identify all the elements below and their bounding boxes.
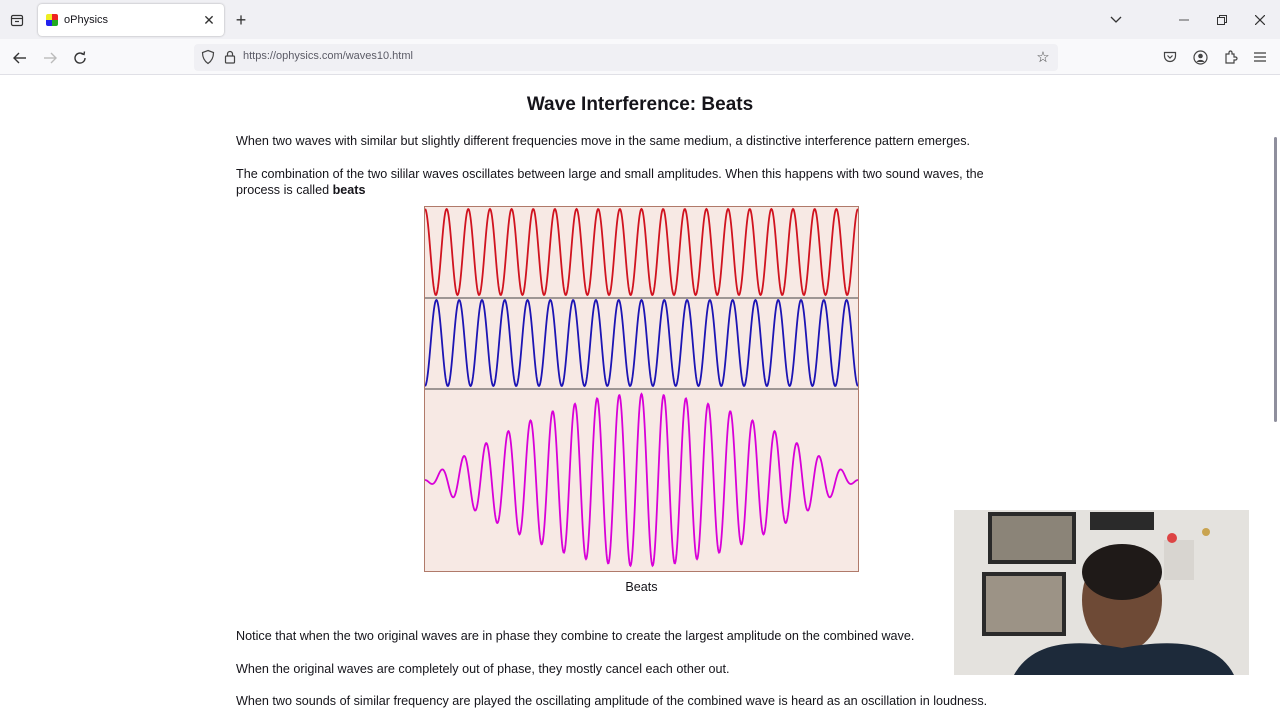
reload-icon[interactable] [68,46,92,70]
beats-wave-plot [424,207,859,568]
restore-icon[interactable] [1211,9,1233,31]
beats-figure [424,206,859,572]
figure-caption: Beats [625,580,658,594]
page-title: Wave Interference: Beats [526,94,754,115]
account-icon[interactable] [1190,47,1210,67]
tab-list-icon[interactable] [6,9,28,31]
pocket-icon[interactable] [1160,47,1180,67]
shield-icon[interactable] [200,49,216,65]
extensions-icon[interactable] [1220,47,1240,67]
loudness-paragraph: When two sounds of similar frequency are… [236,694,988,708]
close-window-icon[interactable] [1249,9,1271,31]
back-icon[interactable] [8,46,32,70]
forward-icon[interactable] [38,46,62,70]
tab-ophysics[interactable]: oPhysics ✕ [38,4,224,36]
webcam-overlay [954,510,1249,675]
combined-wave-line [424,392,859,568]
chevron-down-icon[interactable] [1105,9,1127,31]
intro-paragraph: When two waves with similar but slightly… [236,134,971,148]
tab-title: oPhysics [64,14,109,26]
close-icon[interactable]: ✕ [199,10,219,30]
webcam-image [954,510,1249,675]
minimize-icon[interactable] [1173,9,1195,31]
wave-1-line [424,207,859,297]
address-bar[interactable]: https://ophysics.com/waves10.html ☆ [194,44,1058,71]
menu-icon[interactable] [1250,47,1270,67]
page-content: Wave Interference: Beats When two waves … [0,75,1280,720]
navigation-toolbar: https://ophysics.com/waves10.html ☆ [0,39,1280,75]
in-phase-paragraph: Notice that when the two original waves … [236,629,915,643]
wave-2-line [424,298,859,388]
beats-term: beats [332,183,366,197]
tab-bar: oPhysics ✕ + [0,0,1280,39]
star-icon[interactable]: ☆ [1034,48,1052,66]
beats-paragraph: The combination of the two sililar waves… [236,166,1026,198]
plus-icon[interactable]: + [230,9,252,31]
lock-icon[interactable] [222,49,238,65]
ophysics-favicon-icon [46,14,58,26]
url-text[interactable]: https://ophysics.com/waves10.html [243,50,413,62]
out-of-phase-paragraph: When the original waves are completely o… [236,662,730,676]
